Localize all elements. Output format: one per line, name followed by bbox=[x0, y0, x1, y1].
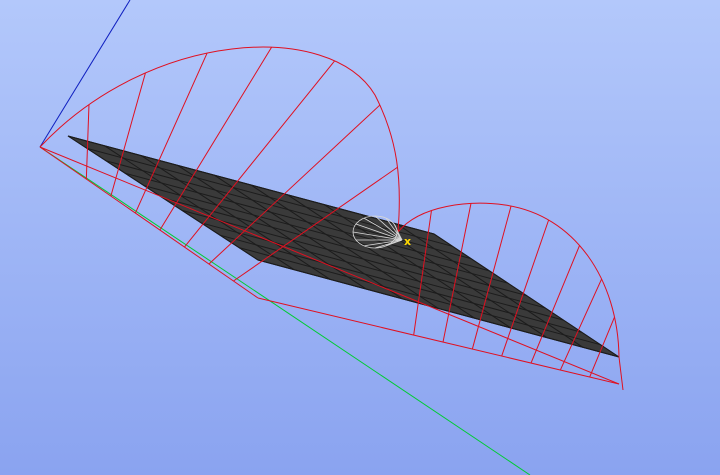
x-marker-icon[interactable]: x bbox=[404, 235, 411, 248]
3d-viewport[interactable]: x bbox=[0, 0, 720, 475]
pick-marker-label: x bbox=[404, 235, 411, 248]
scene-canvas[interactable]: x bbox=[0, 0, 720, 475]
